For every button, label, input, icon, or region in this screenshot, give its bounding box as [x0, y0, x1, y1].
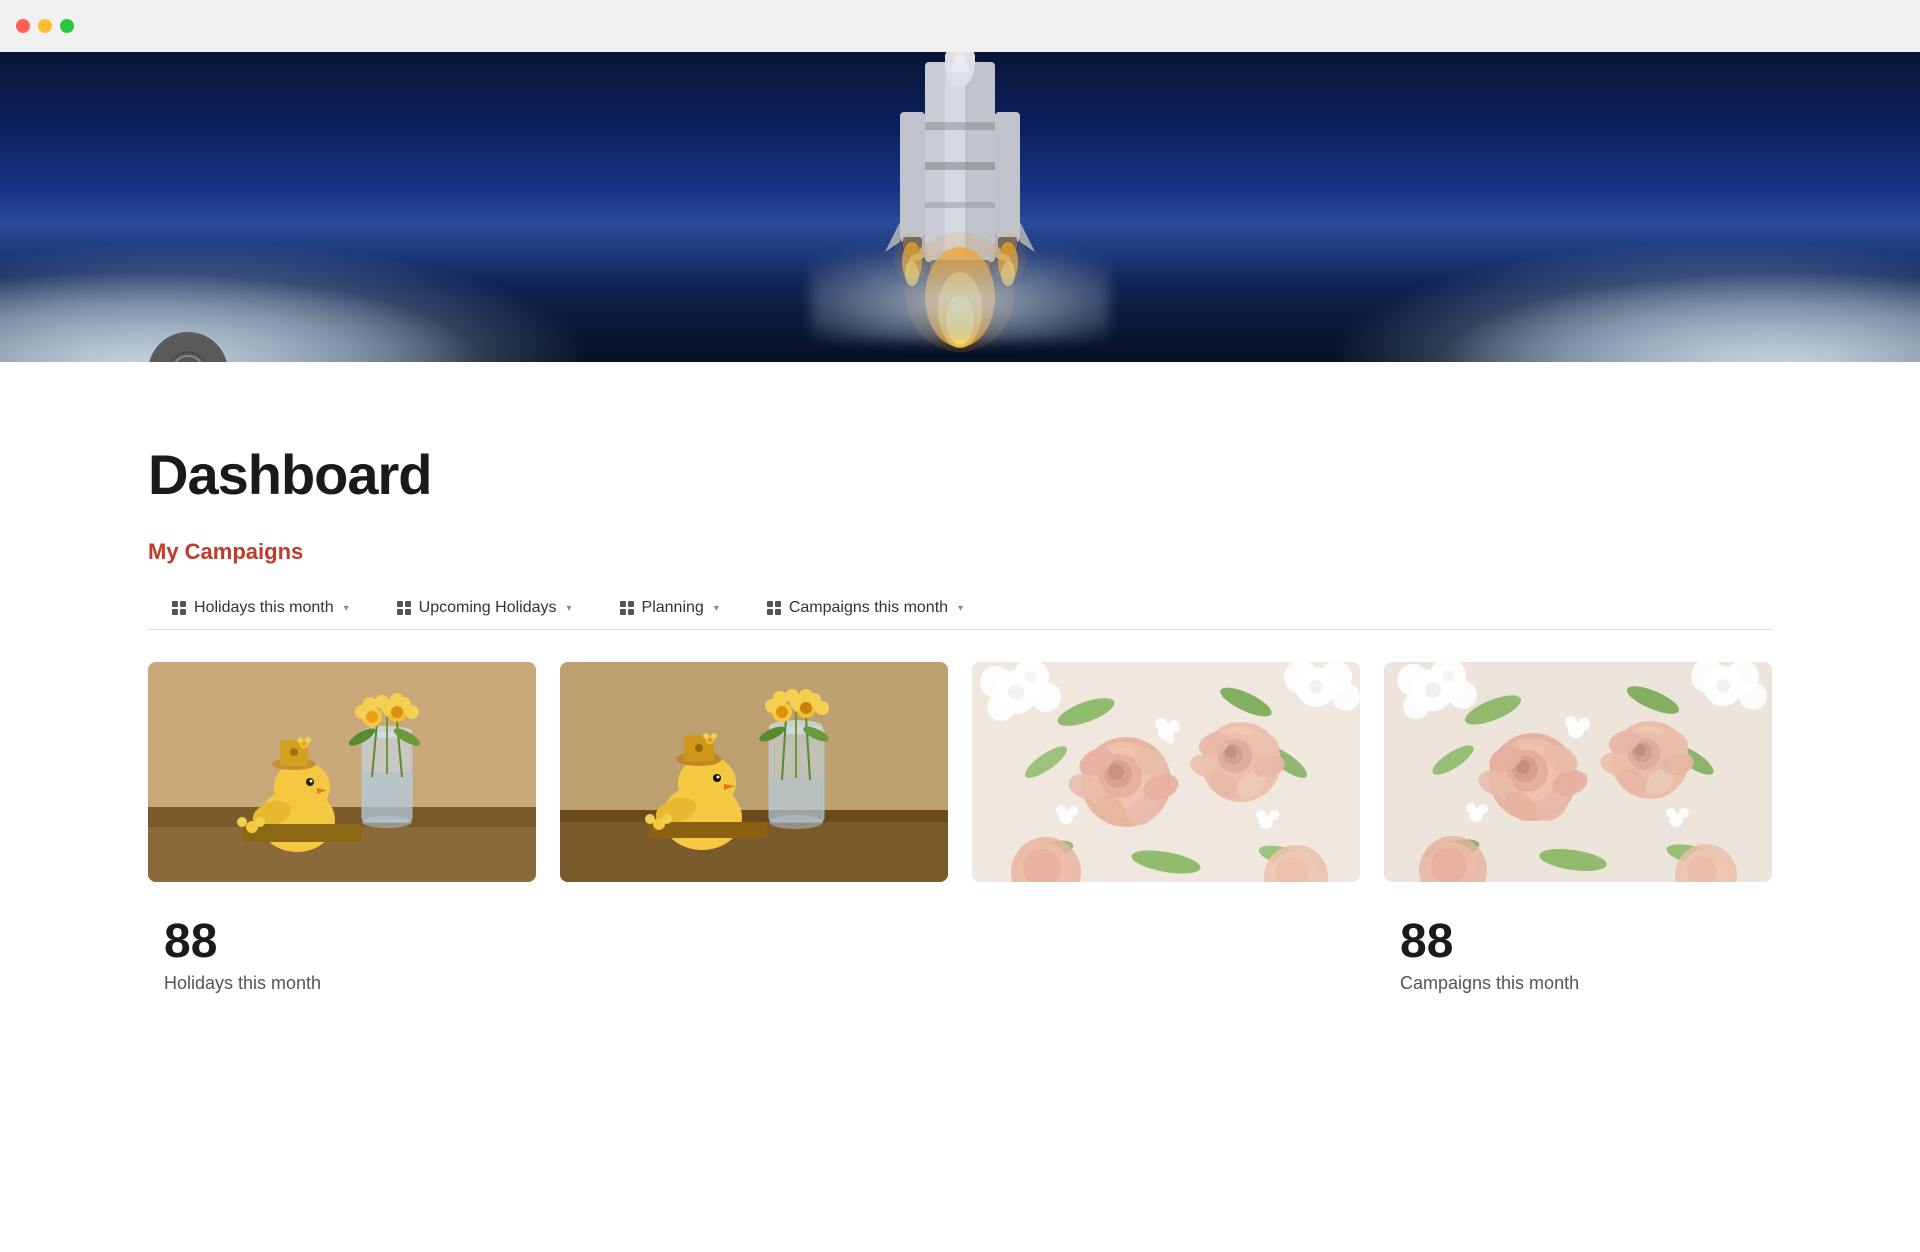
title-bar — [0, 0, 1920, 52]
stat-upcoming — [560, 898, 948, 1010]
section-title: My Campaigns — [148, 539, 1772, 565]
stat-planning — [972, 898, 1360, 1010]
maximize-button[interactable] — [60, 19, 74, 33]
stat-holidays-month: 88 Holidays this month — [148, 898, 536, 1010]
tab-holidays-month-label: Holidays this month — [194, 599, 334, 617]
page-icon — [148, 332, 228, 362]
page-icon-wrapper — [148, 332, 228, 362]
tab-planning-label: Planning — [642, 599, 704, 617]
stat-campaigns-month: 88 Campaigns this month — [1384, 898, 1772, 1010]
stat-campaigns-number: 88 — [1400, 914, 1756, 969]
smoke-cloud — [810, 242, 1110, 342]
grid-icon-3 — [620, 601, 634, 615]
minimize-button[interactable] — [38, 19, 52, 33]
cloud-right-2 — [1056, 222, 1920, 362]
chevron-down-icon-3: ▾ — [714, 603, 719, 614]
card-roses-2[interactable] — [1384, 662, 1772, 882]
cloud-left-2 — [0, 222, 864, 362]
card-roses-1[interactable] — [972, 662, 1360, 882]
tab-campaigns-month-label: Campaigns this month — [789, 599, 948, 617]
grid-icon-2 — [397, 601, 411, 615]
tab-campaigns-month[interactable]: Campaigns this month ▾ — [743, 589, 987, 629]
chevron-down-icon-4: ▾ — [958, 603, 963, 614]
stat-holidays-number: 88 — [164, 914, 520, 969]
grid-icon-4 — [767, 601, 781, 615]
gallery-grid — [148, 662, 1772, 882]
tab-upcoming-holidays-label: Upcoming Holidays — [419, 599, 557, 617]
tab-upcoming-holidays[interactable]: Upcoming Holidays ▾ — [373, 589, 596, 629]
stat-campaigns-label: Campaigns this month — [1400, 973, 1756, 994]
chevron-down-icon-1: ▾ — [344, 603, 349, 614]
tabs-container: Holidays this month ▾ Upcoming Holidays … — [148, 589, 1772, 630]
tab-planning[interactable]: Planning ▾ — [596, 589, 743, 629]
page-title: Dashboard — [148, 442, 1772, 507]
stats-row: 88 Holidays this month 88 Campaigns this… — [148, 898, 1772, 1010]
close-button[interactable] — [16, 19, 30, 33]
hero-banner — [0, 52, 1920, 362]
chevron-down-icon-2: ▾ — [567, 603, 572, 614]
stat-holidays-label: Holidays this month — [164, 973, 520, 994]
tab-holidays-month[interactable]: Holidays this month ▾ — [148, 589, 373, 629]
card-holidays-1[interactable] — [148, 662, 536, 882]
content-area: Dashboard My Campaigns Holidays this mon… — [0, 362, 1920, 1050]
grid-icon-1 — [172, 601, 186, 615]
card-holidays-2[interactable] — [560, 662, 948, 882]
